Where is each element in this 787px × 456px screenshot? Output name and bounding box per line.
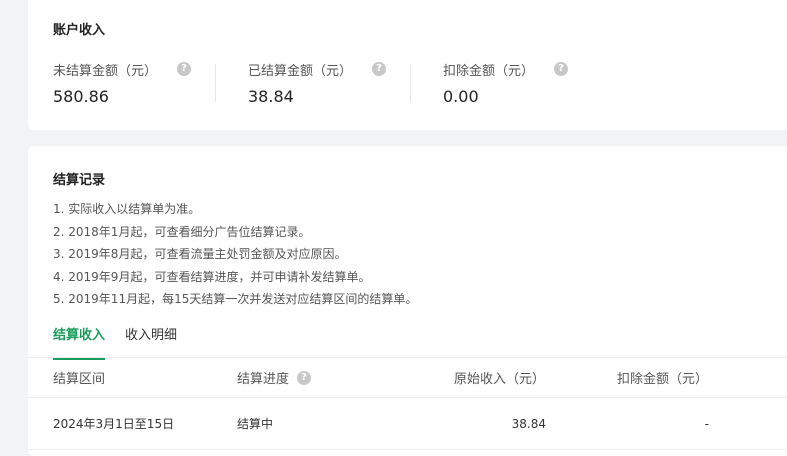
header-progress: 结算进度 ?	[237, 358, 312, 397]
stat-value: 580.86	[53, 87, 109, 106]
cell-deduction: -	[704, 416, 709, 431]
settlement-table: 结算区间 结算进度 ? 原始收入（元） 扣除金额（元） 2024年3月1日至15…	[28, 358, 787, 450]
income-stats: 未结算金额（元） ? 580.86 已结算金额（元） ? 38.84 扣除金额（…	[53, 60, 638, 106]
account-income-title: 账户收入	[53, 23, 106, 38]
help-icon[interactable]: ?	[177, 62, 192, 76]
note-item: 4. 2019年9月起，可查看结算进度，并可申请补发结算单。	[53, 269, 371, 284]
help-icon[interactable]: ?	[297, 370, 312, 385]
settlement-records-title: 结算记录	[53, 173, 106, 188]
note-item: 5. 2019年11月起，每15天结算一次并发送对应结算区间的结算单。	[53, 292, 418, 306]
tab-settlement-income[interactable]: 结算收入	[53, 324, 106, 360]
stat-value: 0.00	[443, 87, 479, 106]
header-progress-label: 结算进度	[237, 372, 290, 387]
help-icon[interactable]: ?	[372, 62, 387, 76]
stat-value: 38.84	[248, 87, 294, 106]
cell-original-income: 38.84	[511, 416, 546, 431]
account-income-card: 账户收入 未结算金额（元） ? 580.86 已结算金额（元） ? 38.84 …	[28, 0, 787, 130]
stat-label: 未结算金额（元）	[53, 63, 158, 79]
settlement-records-card: 结算记录 1. 实际收入以结算单为准。 2. 2018年1月起，可查看细分广告位…	[28, 146, 787, 456]
stat-label: 扣除金额（元）	[443, 63, 535, 79]
note-item: 1. 实际收入以结算单为准。	[53, 202, 201, 216]
divider	[410, 64, 411, 102]
tab-income-details[interactable]: 收入明细	[125, 324, 177, 360]
cell-progress: 结算中	[237, 417, 274, 431]
cell-period: 2024年3月1日至15日	[53, 417, 175, 431]
header-original-income: 原始收入（元）	[454, 372, 546, 387]
header-period: 结算区间	[53, 372, 106, 387]
records-tabs: 结算收入 收入明细	[53, 324, 197, 360]
help-icon[interactable]: ?	[554, 62, 569, 76]
note-item: 2. 2018年1月起，可查看细分广告位结算记录。	[53, 224, 311, 239]
stat-unsettled: 未结算金额（元） ? 580.86	[53, 60, 248, 106]
header-deduction: 扣除金额（元）	[617, 372, 709, 387]
stat-deducted: 扣除金额（元） ? 0.00	[410, 60, 638, 106]
stat-settled: 已结算金额（元） ? 38.84	[215, 60, 443, 106]
table-header: 结算区间 结算进度 ? 原始收入（元） 扣除金额（元）	[28, 358, 787, 398]
note-item: 3. 2019年8月起，可查看流量主处罚金额及对应原因。	[53, 247, 347, 261]
divider	[215, 64, 216, 102]
settlement-notes: 1. 实际收入以结算单为准。 2. 2018年1月起，可查看细分广告位结算记录。…	[53, 202, 417, 315]
table-row: 2024年3月1日至15日 结算中 38.84 -	[28, 398, 787, 450]
stat-label: 已结算金额（元）	[248, 63, 353, 79]
